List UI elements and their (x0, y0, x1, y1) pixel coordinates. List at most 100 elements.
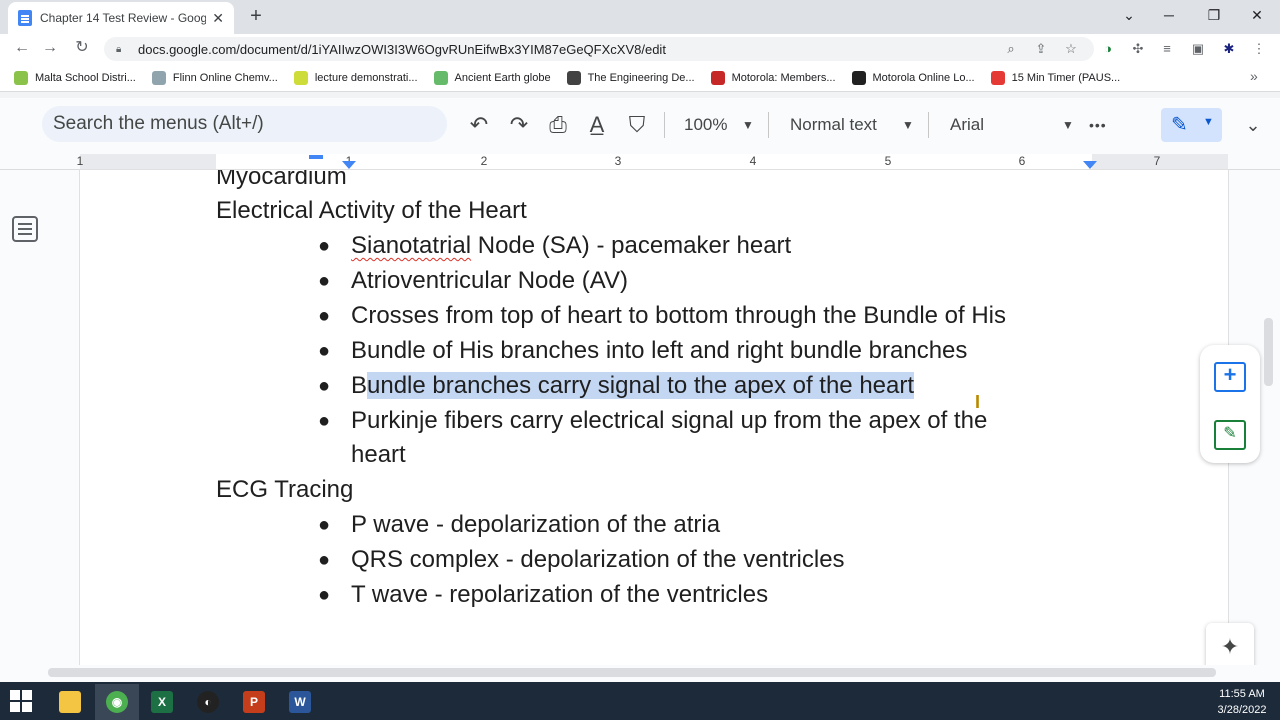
bookmark-label: Ancient Earth globe (454, 71, 551, 84)
font-select[interactable]: Arial (950, 112, 984, 138)
zoom-icon[interactable]: ⌕ (1000, 38, 1022, 60)
url-bar[interactable]: 🔒︎ docs.google.com/document/d/1iYAIIwzOW… (104, 37, 1094, 61)
bookmark-label: Motorola Online Lo... (872, 71, 975, 84)
taskbar-excel[interactable]: X (140, 684, 184, 720)
ruler-number: 7 (1153, 154, 1161, 168)
bookmark-item[interactable]: 15 Min Timer (PAUS... (990, 70, 1120, 85)
paragraph-style-select[interactable]: Normal text (790, 112, 877, 138)
extensions-puzzle-icon[interactable]: ✣ (1127, 38, 1149, 60)
forward-arrow-icon[interactable]: → (38, 36, 62, 60)
collapse-menus-icon[interactable]: ⌄ (1240, 110, 1266, 140)
list-item-selected: Bundle branches carry signal to the apex… (351, 372, 915, 399)
bookmark-item[interactable]: Motorola: Members... (710, 70, 836, 85)
ruler-number: 6 (1018, 154, 1026, 168)
horizontal-scrollbar[interactable] (48, 668, 1216, 677)
document-outline-icon[interactable] (12, 216, 38, 242)
bookmark-favicon-icon (151, 70, 166, 85)
list-item: T wave - repolarization of the ventricle… (351, 581, 769, 608)
chrome-menu-icon[interactable]: ⋮ (1248, 38, 1270, 60)
ruler-number: 2 (480, 154, 488, 168)
ruler-number: 4 (749, 154, 757, 168)
taskbar-chrome[interactable]: ◉ (95, 684, 139, 720)
misspelled-word[interactable]: Sianotatrial (351, 232, 471, 259)
left-indent-handle[interactable] (342, 161, 356, 169)
bookmark-favicon-icon (710, 70, 725, 85)
print-icon[interactable]: ⎙ (542, 110, 574, 140)
taskbar-file-explorer[interactable] (48, 684, 92, 720)
heading-ecg-tracing: ECG Tracing (216, 476, 354, 503)
taskbar-powerpoint[interactable]: P (232, 684, 276, 720)
text-selection: undle branches carry signal to the apex … (367, 372, 915, 399)
minimize-button[interactable]: ─ (1146, 2, 1192, 28)
editing-mode-button[interactable]: ✎ ▼ (1161, 108, 1222, 142)
reload-icon[interactable]: ↻ (70, 36, 94, 60)
profile-icon[interactable]: ✱ (1218, 38, 1240, 60)
restore-button[interactable]: ❐ (1191, 2, 1237, 28)
bookmark-item[interactable]: Flinn Online Chemv... (151, 70, 278, 85)
undo-icon[interactable]: ↶ (463, 110, 495, 140)
vertical-scrollbar[interactable] (1264, 318, 1273, 386)
explore-icon[interactable]: ✦ (1206, 623, 1254, 671)
clock-time: 11:55 AM (1219, 688, 1265, 700)
clock-date: 3/28/2022 (1217, 704, 1267, 716)
list-item: P wave - depolarization of the atria (351, 511, 721, 538)
extension-green-icon[interactable]: ◑ (1097, 38, 1119, 60)
bullet-icon: ● (318, 410, 331, 432)
right-indent-handle[interactable] (1083, 161, 1097, 169)
pencil-icon: ✎ (1171, 114, 1188, 136)
bookmarks-more-button[interactable]: » (1250, 68, 1258, 84)
chevron-down-icon[interactable]: ▼ (900, 112, 916, 138)
bullet-icon: ● (318, 584, 331, 606)
more-options-button[interactable]: ••• (1089, 112, 1107, 138)
bookmark-star-icon[interactable]: ☆ (1060, 38, 1082, 60)
reading-list-icon[interactable]: ≡ (1156, 38, 1178, 60)
tab-title: Chapter 14 Test Review - Google (40, 11, 207, 25)
list-item: QRS complex - depolarization of the vent… (351, 546, 845, 573)
bullet-icon: ● (318, 514, 331, 536)
first-line-indent-handle[interactable] (309, 155, 323, 159)
bookmark-favicon-icon (14, 70, 28, 85)
ruler-track (80, 154, 1228, 169)
chevron-down-icon[interactable]: ▼ (740, 112, 756, 138)
paint-format-icon[interactable]: ⛉ (621, 110, 653, 140)
bookmark-item[interactable]: lecture demonstrati... (293, 70, 418, 85)
bookmark-item[interactable]: Motorola Online Lo... (851, 70, 975, 85)
toolbar-divider (768, 112, 769, 138)
bullet-icon: ● (318, 235, 331, 257)
close-window-button[interactable]: ✕ (1234, 2, 1280, 28)
bookmark-item[interactable]: The Engineering De... (566, 70, 695, 85)
toolbar-divider (928, 112, 929, 138)
side-panel-icon[interactable]: ▣ (1187, 38, 1209, 60)
windows-start-icon[interactable] (10, 690, 32, 712)
add-comment-icon[interactable]: + (1214, 362, 1246, 392)
spellcheck-icon[interactable]: A̲ (581, 110, 613, 140)
list-item: Sianotatrial Node (SA) - pacemaker heart (351, 232, 792, 259)
bookmark-item[interactable]: Ancient Earth globe (433, 70, 551, 85)
chevron-down-icon: ▼ (1203, 116, 1214, 128)
tab-close-icon[interactable]: ✕ (212, 10, 224, 27)
google-docs-icon (18, 10, 32, 26)
taskbar-word[interactable]: W (278, 684, 322, 720)
new-tab-button[interactable]: + (244, 4, 268, 28)
bookmark-label: Flinn Online Chemv... (172, 71, 278, 84)
list-item: Crosses from top of heart to bottom thro… (351, 302, 1007, 329)
word-icon: W (289, 691, 311, 713)
redo-icon[interactable]: ↷ (503, 110, 535, 140)
bookmark-favicon-icon (293, 70, 308, 85)
share-icon[interactable]: ⇪ (1030, 38, 1052, 60)
bookmark-item[interactable]: Malta School Distri... (14, 70, 136, 85)
bookmark-favicon-icon (566, 70, 581, 85)
taskbar-clock[interactable]: 11:55 AM 3/28/2022 (1212, 684, 1272, 718)
browser-tab[interactable]: Chapter 14 Test Review - Google ✕ (8, 2, 234, 34)
suggest-edits-icon[interactable]: ✎ (1214, 420, 1246, 450)
search-menus-input[interactable]: Search the menus (Alt+/) (42, 106, 447, 142)
list-item: Atrioventricular Node (AV) (351, 267, 628, 294)
chevron-down-icon[interactable]: ▼ (1060, 112, 1076, 138)
ruler-number: 3 (614, 154, 622, 168)
zoom-select[interactable]: 100% (684, 112, 727, 138)
back-arrow-icon[interactable]: ← (10, 36, 34, 60)
bullet-icon: ● (318, 375, 331, 397)
list-item: Purkinje fibers carry electrical signal … (351, 407, 988, 434)
bullet-icon: ● (318, 549, 331, 571)
taskbar-obs[interactable]: ◐ (186, 684, 230, 720)
